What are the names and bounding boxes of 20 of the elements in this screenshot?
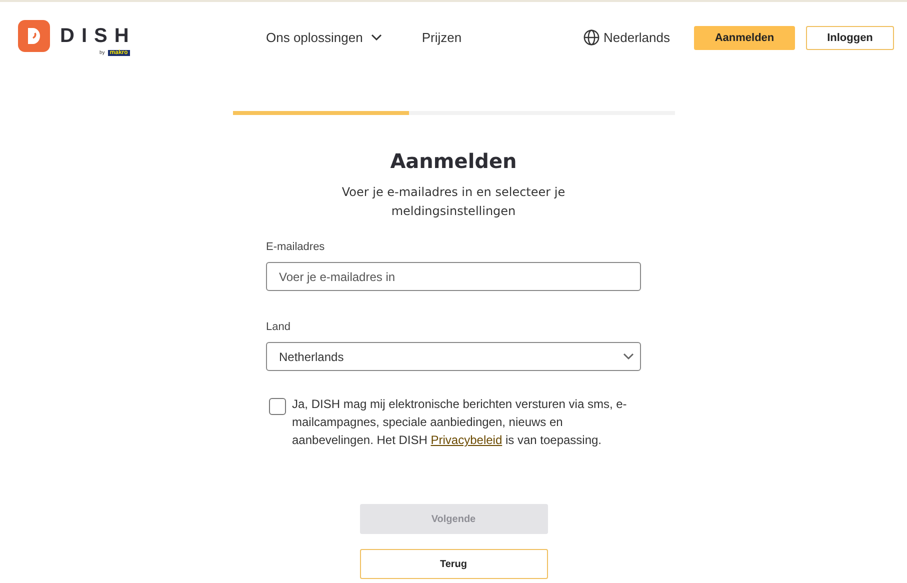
logo-wordmark: DISH <box>60 24 136 48</box>
back-button[interactable]: Terug <box>360 549 548 579</box>
consent-text: Ja, DISH mag mij elektronische berichten versturen via sms, e-mailcampagnes, speciale aanbiedingen, nieuws en aanbevelingen. Het DISH Privacybeleid is van toepassing. <box>292 396 628 449</box>
form-subtitle: Voer je e-mailadres in en selecteer je meldingsinstellingen <box>340 184 566 220</box>
consent-checkbox[interactable] <box>269 398 286 415</box>
email-field[interactable]: Voer je e-mailadres in <box>266 262 641 291</box>
chevron-down-icon <box>623 353 634 360</box>
privacy-link[interactable]: Privacybeleid <box>430 433 502 447</box>
globe-icon <box>582 29 600 46</box>
language-selector[interactable]: Nederlands <box>604 30 670 45</box>
logo-icon <box>18 20 50 52</box>
nav-link[interactable]: Ons oplossingen <box>266 30 382 45</box>
field-label: Land <box>266 321 290 333</box>
nav-link[interactable]: Prijzen <box>422 30 462 45</box>
login-button[interactable]: Inloggen <box>806 26 894 50</box>
country-select[interactable]: Netherlands <box>266 342 641 371</box>
field-label: E-mailadres <box>266 241 325 253</box>
chevron-down-icon <box>370 34 382 41</box>
form-title: Aanmelden <box>390 149 517 173</box>
signup-button[interactable]: Aanmelden <box>694 26 795 50</box>
